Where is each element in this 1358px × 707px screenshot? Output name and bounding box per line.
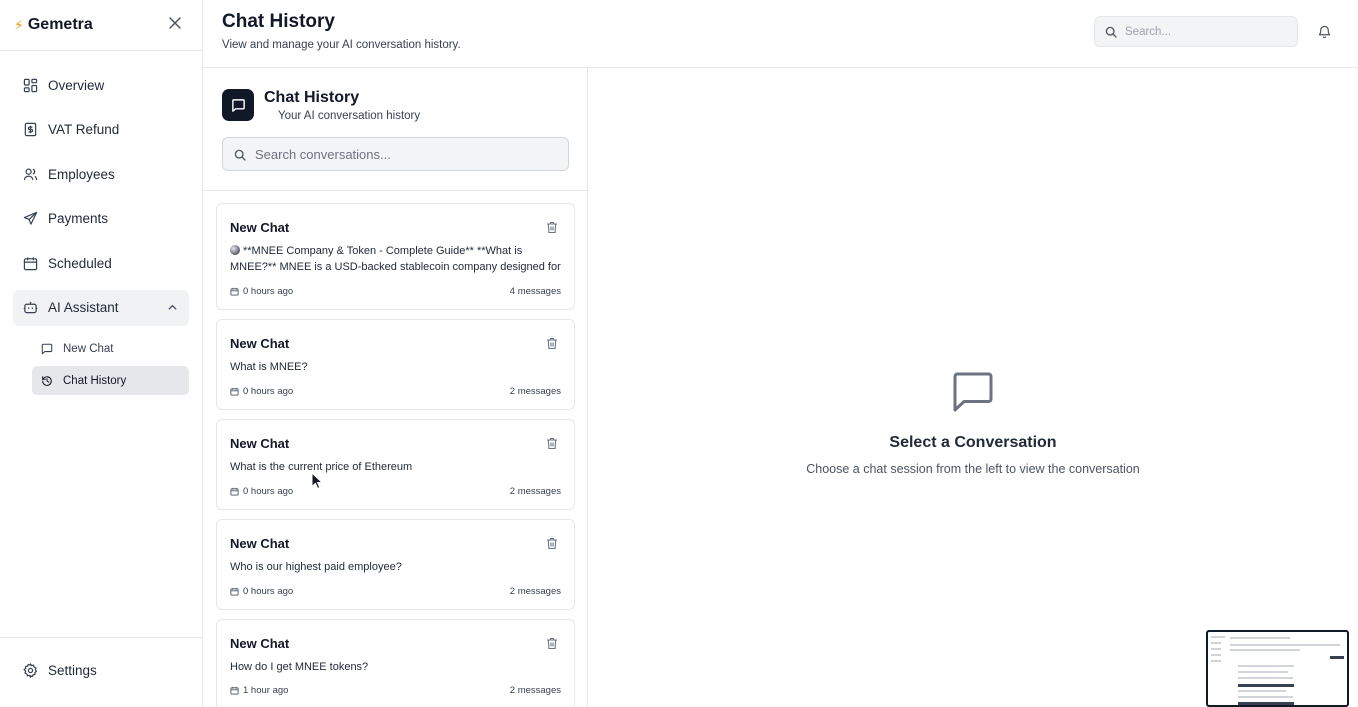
- chat-message-count: 4 messages: [509, 286, 561, 297]
- mouse-cursor-icon: [311, 472, 323, 490]
- bolt-icon: ⚡: [14, 16, 24, 33]
- sidebar-item-label: Payments: [48, 211, 109, 226]
- bot-icon: [23, 301, 38, 314]
- chat-meta: 0 hours ago 2 messages: [230, 486, 561, 497]
- sidebar-nav: Overview VAT Refund Employees Payments S…: [0, 51, 202, 395]
- message-square-icon: [953, 372, 993, 412]
- conversation-search-input[interactable]: [255, 138, 555, 170]
- history-icon: [42, 375, 52, 386]
- empty-state-description: Choose a chat session from the left to v…: [806, 462, 1140, 476]
- receipt-icon: [24, 122, 37, 137]
- sidebar-item-chat-history[interactable]: Chat History: [32, 366, 189, 395]
- calendar-icon: [230, 487, 239, 496]
- chat-message-count: 2 messages: [509, 386, 561, 397]
- calendar-icon: [230, 587, 239, 596]
- trash-icon[interactable]: [546, 637, 558, 650]
- chat-title: New Chat: [230, 536, 290, 551]
- chat-message-count: 2 messages: [509, 685, 561, 696]
- bell-icon[interactable]: [1317, 24, 1332, 39]
- gear-icon: [23, 662, 38, 678]
- trash-icon[interactable]: [546, 437, 558, 450]
- chat-card[interactable]: New Chat What is MNEE? 0 hours ago 2 mes…: [216, 319, 575, 410]
- chat-meta: 0 hours ago 4 messages: [230, 286, 561, 297]
- page-subtitle: View and manage your AI conversation his…: [222, 39, 461, 51]
- sidebar-item-label: Chat History: [63, 374, 127, 387]
- send-icon: [23, 211, 38, 225]
- sidebar-item-new-chat[interactable]: New Chat: [32, 334, 189, 363]
- chat-preview: What is MNEE?: [230, 361, 308, 373]
- chat-history-badge: [222, 89, 254, 121]
- top-header: Chat History View and manage your AI con…: [203, 0, 1358, 68]
- trash-icon[interactable]: [546, 537, 558, 550]
- global-search-input[interactable]: [1125, 17, 1290, 46]
- chat-meta: 0 hours ago 2 messages: [230, 586, 561, 597]
- message-square-icon: [41, 343, 53, 354]
- sidebar-item-label: Employees: [48, 166, 115, 182]
- empty-state-title: Select a Conversation: [889, 434, 1057, 451]
- chat-title: New Chat: [230, 220, 290, 235]
- sidebar-item-label: AI Assistant: [48, 300, 119, 315]
- search-icon: [1105, 26, 1117, 38]
- sidebar-footer: Settings: [0, 637, 202, 688]
- calendar-icon: [230, 686, 239, 695]
- calendar-icon: [230, 287, 239, 296]
- chat-time: 1 hour ago: [230, 685, 288, 696]
- chat-list-panel: Chat History Your AI conversation histor…: [203, 68, 588, 707]
- chat-list-subtitle: Your AI conversation history: [278, 110, 421, 122]
- sidebar-item-label: VAT Refund: [48, 122, 120, 137]
- chat-card[interactable]: New Chat **MNEE Company & Token - Comple…: [216, 203, 575, 310]
- chat-message-count: 2 messages: [509, 486, 561, 497]
- chat-meta: 1 hour ago 2 messages: [230, 685, 561, 696]
- brand-name: Gemetra: [27, 16, 93, 33]
- global-search[interactable]: [1094, 16, 1298, 47]
- sidebar-item-scheduled[interactable]: Scheduled: [13, 245, 189, 281]
- page-title: Chat History: [222, 11, 335, 32]
- sidebar-item-payments[interactable]: Payments: [13, 201, 189, 237]
- sidebar-item-label: Settings: [48, 662, 97, 678]
- calendar-icon: [230, 387, 239, 396]
- grid-icon: [23, 78, 38, 92]
- ai-assistant-submenu: New Chat Chat History: [32, 334, 189, 395]
- chat-card[interactable]: New Chat How do I get MNEE tokens? 1 hou…: [216, 619, 575, 707]
- users-icon: [23, 168, 38, 180]
- sidebar-item-vat-refund[interactable]: VAT Refund: [13, 112, 189, 148]
- screenshot-thumbnail[interactable]: [1206, 630, 1349, 707]
- trash-icon[interactable]: [546, 337, 558, 350]
- chat-preview: **MNEE Company & Token - Complete Guide*…: [230, 245, 561, 273]
- chat-meta: 0 hours ago 2 messages: [230, 386, 561, 397]
- sidebar-item-label: Scheduled: [48, 255, 112, 271]
- message-square-icon: [231, 98, 245, 112]
- chat-title: New Chat: [230, 436, 290, 451]
- chat-time: 0 hours ago: [230, 386, 293, 397]
- brand: ⚡ Gemetra: [0, 0, 202, 51]
- sidebar-item-overview[interactable]: Overview: [13, 67, 189, 103]
- chat-preview: What is the current price of Ethereum: [230, 461, 413, 473]
- sidebar-item-label: Overview: [48, 77, 105, 93]
- chat-preview: Who is our highest paid employee?: [230, 561, 402, 573]
- chat-time: 0 hours ago: [230, 486, 293, 497]
- chat-card[interactable]: New Chat Who is our highest paid employe…: [216, 519, 575, 610]
- chat-message-count: 2 messages: [509, 586, 561, 597]
- conversation-empty-state: Select a Conversation Choose a chat sess…: [588, 68, 1358, 707]
- sidebar-item-label: New Chat: [63, 342, 114, 355]
- conversation-search[interactable]: [222, 137, 569, 171]
- chat-list-title: Chat History: [264, 89, 360, 106]
- search-icon: [234, 149, 246, 161]
- chat-time: 0 hours ago: [230, 286, 293, 297]
- chat-list-header: Chat History Your AI conversation histor…: [203, 68, 587, 191]
- sidebar-item-ai-assistant[interactable]: AI Assistant: [13, 289, 189, 326]
- chat-preview: How do I get MNEE tokens?: [230, 661, 369, 673]
- chat-title: New Chat: [230, 636, 290, 651]
- calendar-icon: [23, 256, 38, 270]
- chat-title: New Chat: [230, 336, 290, 351]
- chat-card[interactable]: New Chat What is the current price of Et…: [216, 419, 575, 510]
- chat-time: 0 hours ago: [230, 586, 293, 597]
- orb-icon: [230, 245, 240, 255]
- close-icon[interactable]: [168, 16, 182, 30]
- sidebar-item-employees[interactable]: Employees: [13, 156, 189, 192]
- sidebar-item-settings[interactable]: Settings: [13, 652, 189, 688]
- sidebar: ⚡ Gemetra Overview VAT Refund Employees …: [0, 0, 203, 707]
- chevron-up-icon[interactable]: [166, 301, 179, 314]
- trash-icon[interactable]: [546, 221, 558, 234]
